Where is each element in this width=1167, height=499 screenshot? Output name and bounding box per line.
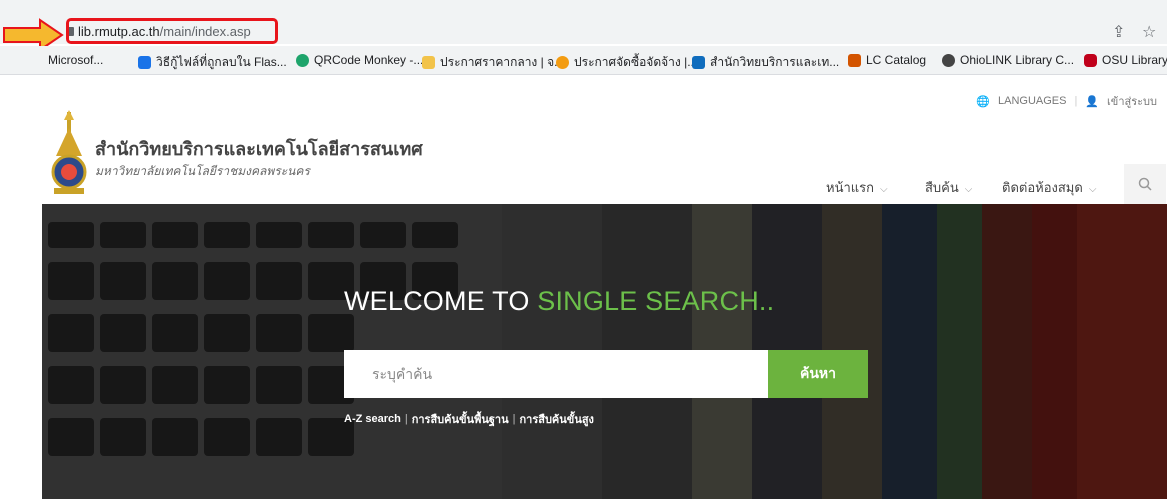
bookmark-label: สำนักวิทยบริการและเท... [710, 55, 840, 69]
user-icon: 👤 [1085, 95, 1100, 108]
browser-address-bar: lib.rmutp.ac.th/main/index.asp ⇪ ☆ [0, 0, 1167, 52]
basic-search-link[interactable]: การสืบค้นขั้นพื้นฐาน [412, 410, 509, 428]
nav-contact[interactable]: ติดต่อห้องสมุด ⌵ [1002, 177, 1096, 198]
bookmark-label: OhioLINK Library C... [960, 53, 1075, 67]
site-subtitle: มหาวิทยาลัยเทคโนโลยีราชมงคลพระนคร [95, 164, 310, 178]
qrcode-monkey-icon [296, 53, 309, 67]
outlook-icon [692, 56, 705, 69]
bookmark-star-icon[interactable]: ☆ [1142, 22, 1156, 42]
search-icon [1138, 177, 1152, 191]
hero-title: WELCOME TO SINGLE SEARCH.. [344, 286, 774, 317]
nav-label: หน้าแรก [826, 180, 874, 195]
search-links: A-Z search | การสืบค้นขั้นพื้นฐาน | การส… [344, 410, 594, 428]
chevron-down-icon: ⌵ [880, 184, 888, 195]
bookmark-label: ประกาศราคากลาง | จ... [440, 55, 565, 69]
search-input[interactable] [344, 350, 768, 398]
bookmark-item[interactable]: Microsof... [48, 53, 103, 67]
divider: | [512, 413, 516, 425]
bookmarks-bar: Microsof... วิธีกู้ไฟล์ที่ถูกลบใน Flas..… [0, 46, 1167, 75]
divider: | [404, 413, 408, 425]
doc-icon [422, 56, 435, 69]
nav-label: ติดต่อห้องสมุด [1002, 180, 1083, 195]
hero-title-accent: SINGLE SEARCH.. [537, 286, 775, 316]
coin-icon [556, 56, 569, 69]
bookmark-label: LC Catalog [866, 53, 927, 67]
bookmark-label: QRCode Monkey -... [314, 53, 424, 67]
osu-icon [1084, 53, 1097, 67]
languages-link[interactable]: LANGUAGES [998, 95, 1066, 107]
bookmark-item[interactable]: OSU Library [1084, 53, 1167, 67]
bookmark-item[interactable]: สำนักวิทยบริการและเท... [692, 53, 839, 72]
globe-icon: 🌐 [976, 95, 991, 108]
nav-label: สืบค้น [925, 180, 959, 195]
hero-title-main: WELCOME TO [344, 286, 538, 316]
bookmark-item[interactable]: ประกาศราคากลาง | จ... [422, 53, 564, 72]
top-utility-bar: 🌐 LANGUAGES | 👤 เข้าสู่ระบบ [976, 92, 1157, 110]
globe-icon [942, 53, 955, 67]
bookmark-item[interactable]: OhioLINK Library C... [942, 53, 1074, 67]
bookmark-item[interactable]: วิธีกู้ไฟล์ที่ถูกลบใน Flas... [138, 53, 287, 72]
university-logo [51, 110, 87, 194]
nav-search[interactable]: สืบค้น ⌵ [925, 177, 972, 198]
bookmark-label: วิธีกู้ไฟล์ที่ถูกลบใน Flas... [156, 55, 287, 69]
divider: | [1074, 95, 1078, 107]
bookmark-label: OSU Library [1102, 53, 1167, 67]
header-search-button[interactable] [1124, 164, 1166, 204]
web-icon [138, 56, 151, 69]
share-icon[interactable]: ⇪ [1112, 22, 1125, 42]
bookmark-label: Microsof... [48, 53, 104, 67]
loc-icon [848, 53, 861, 67]
advanced-search-link[interactable]: การสืบค้นขั้นสูง [519, 410, 593, 428]
chevron-down-icon: ⌵ [964, 184, 973, 195]
search-button[interactable]: ค้นหา [768, 350, 868, 398]
site-title[interactable]: สำนักวิทยบริการและเทคโนโลยีสารสนเทศ [95, 134, 423, 163]
chevron-down-icon: ⌵ [1088, 184, 1097, 195]
bookmark-item[interactable]: LC Catalog [848, 53, 926, 67]
bookmark-label: ประกาศจัดซื้อจัดจ้าง |... [574, 55, 698, 69]
login-link[interactable]: เข้าสู่ระบบ [1107, 92, 1157, 110]
hero-banner: WELCOME TO SINGLE SEARCH.. ค้นหา A-Z sea… [42, 204, 1167, 499]
bookmark-item[interactable]: ประกาศจัดซื้อจัดจ้าง |... [556, 53, 697, 72]
az-search-link[interactable]: A-Z search [344, 413, 401, 425]
nav-home[interactable]: หน้าแรก ⌵ [826, 177, 888, 198]
url-highlight-annotation [66, 18, 278, 44]
bookmark-item[interactable]: QRCode Monkey -... [296, 53, 423, 67]
